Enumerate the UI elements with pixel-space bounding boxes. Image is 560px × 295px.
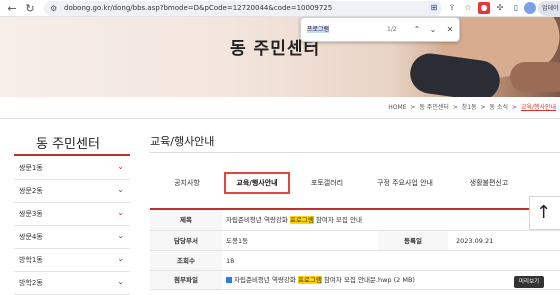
- breadcrumb-separator: >: [410, 104, 416, 111]
- find-prev-icon[interactable]: ⌃: [411, 23, 423, 37]
- subject-value: 자립준비청년 역량강화 프로그램 참여자 모집 안내: [226, 216, 362, 224]
- breadcrumb-dong[interactable]: 창1동: [462, 104, 477, 111]
- breadcrumb-current[interactable]: 교육/행사안내: [521, 104, 556, 111]
- chevron-down-icon: ⌄: [117, 185, 124, 194]
- attachment-label: 첨부파일: [150, 271, 222, 289]
- breadcrumb-center[interactable]: 동 주민센터: [419, 104, 449, 111]
- tab-photo-gallery[interactable]: 포토갤러리: [300, 172, 354, 194]
- page-title: 교육/행사안내: [150, 135, 215, 148]
- tab-education-events[interactable]: 교육/행사안내: [224, 172, 290, 194]
- breadcrumb-separator: >: [511, 104, 517, 111]
- table-row-subject: 제목 자립준비청년 역량강화 프로그램 참여자 모집 안내: [150, 210, 560, 231]
- chevron-down-icon: ⌄: [117, 162, 124, 171]
- extensions-puzzle-icon[interactable]: ✣: [494, 2, 506, 14]
- arrow-up-icon: ↑: [536, 202, 552, 223]
- sidebar-item[interactable]: 방학2동 ⌄: [14, 272, 130, 295]
- table-row-dept: 담당부서 도봉1동 등록일 2023.09.21: [150, 231, 560, 251]
- attachment-link[interactable]: 자립준비청년 역량강화 프로그램 참여자 모집 안내문.hwp (2 MB): [226, 271, 415, 290]
- sidebar-item[interactable]: 쌍문1동 ⌄: [14, 157, 130, 180]
- breadcrumb-news[interactable]: 동 소식: [490, 104, 508, 111]
- find-bar: 프로그램 1/2 ⌃ ⌄ ✕: [300, 17, 460, 42]
- views-value: 18: [226, 257, 235, 265]
- extension-icon[interactable]: ●: [478, 2, 490, 14]
- chevron-down-icon: ⌄: [117, 277, 124, 286]
- breadcrumb-home[interactable]: HOME: [388, 104, 406, 111]
- sidebar-item[interactable]: 쌍문2동 ⌄: [14, 180, 130, 203]
- sidebar-item[interactable]: 쌍문4동 ⌄: [14, 226, 130, 249]
- breadcrumb-separator: >: [452, 104, 458, 111]
- chevron-down-icon: ⌄: [117, 254, 124, 263]
- scroll-to-top-button[interactable]: ↑: [529, 196, 560, 230]
- dept-value: 도봉1동: [226, 237, 249, 245]
- update-chip[interactable]: 업데이: [538, 1, 560, 16]
- date-label: 등록일: [378, 231, 448, 250]
- date-value: 2023.09.21: [456, 237, 494, 245]
- reload-icon[interactable]: ↻: [22, 1, 38, 16]
- preview-button[interactable]: 미리보기: [514, 276, 544, 288]
- breadcrumb: HOME > 동 주민센터 > 창1동 > 동 소식 > 교육/행사안내: [0, 97, 560, 119]
- find-next-icon[interactable]: ⌄: [427, 23, 439, 37]
- browser-address-bar: ← ↻ ⚙ dobong.go.kr/dong/bbs.asp?bmode=D&…: [0, 0, 560, 17]
- bookmark-star-icon[interactable]: ☆: [462, 2, 474, 14]
- sidebar-item[interactable]: 쌍문3동 ⌄: [14, 203, 130, 226]
- breadcrumb-separator: >: [480, 104, 486, 111]
- dept-label: 담당부서: [150, 231, 222, 250]
- translate-icon[interactable]: ⊞: [428, 2, 440, 14]
- back-icon[interactable]: ←: [4, 1, 20, 16]
- tab-complaint-report[interactable]: 생활불편신고: [454, 172, 524, 194]
- find-count: 1/2: [387, 26, 397, 33]
- tab-notice[interactable]: 공지사항: [162, 172, 212, 194]
- site-info-icon[interactable]: ⚙: [50, 1, 57, 16]
- hwp-file-icon: [226, 277, 232, 283]
- profile-avatar[interactable]: [524, 2, 536, 14]
- share-icon[interactable]: ⇪: [446, 2, 458, 14]
- table-row-attachment: 첨부파일 자립준비청년 역량강화 프로그램 참여자 모집 안내문.hwp (2 …: [150, 271, 560, 290]
- subject-label: 제목: [150, 210, 222, 230]
- chevron-down-icon: ⌄: [117, 231, 124, 240]
- chevron-down-icon: ⌄: [117, 208, 124, 217]
- sidebar-list: 쌍문1동 ⌄ 쌍문2동 ⌄ 쌍문3동 ⌄ 쌍문4동 ⌄ 방학1동 ⌄ 방학2동 ⌄: [14, 157, 130, 295]
- tab-major-projects[interactable]: 구정 주요사업 안내: [362, 172, 448, 194]
- sidebar-divider: [14, 154, 130, 156]
- sidebar-panel-icon[interactable]: ▯: [510, 2, 522, 14]
- find-close-icon[interactable]: ✕: [444, 23, 456, 37]
- url-field[interactable]: ⚙ dobong.go.kr/dong/bbs.asp?bmode=D&pCod…: [44, 1, 442, 16]
- table-row-views: 조회수 18: [150, 251, 560, 271]
- url-text: dobong.go.kr/dong/bbs.asp?bmode=D&pCode=…: [64, 4, 333, 12]
- find-input[interactable]: 프로그램: [307, 24, 387, 36]
- sidebar-item[interactable]: 방학1동 ⌄: [14, 249, 130, 272]
- title-divider: [150, 152, 560, 153]
- page-banner: 동 주민센터: [0, 17, 560, 97]
- sidebar-title: 동 주민센터: [36, 137, 100, 152]
- banner-hand-image: [510, 62, 560, 92]
- views-label: 조회수: [150, 251, 222, 270]
